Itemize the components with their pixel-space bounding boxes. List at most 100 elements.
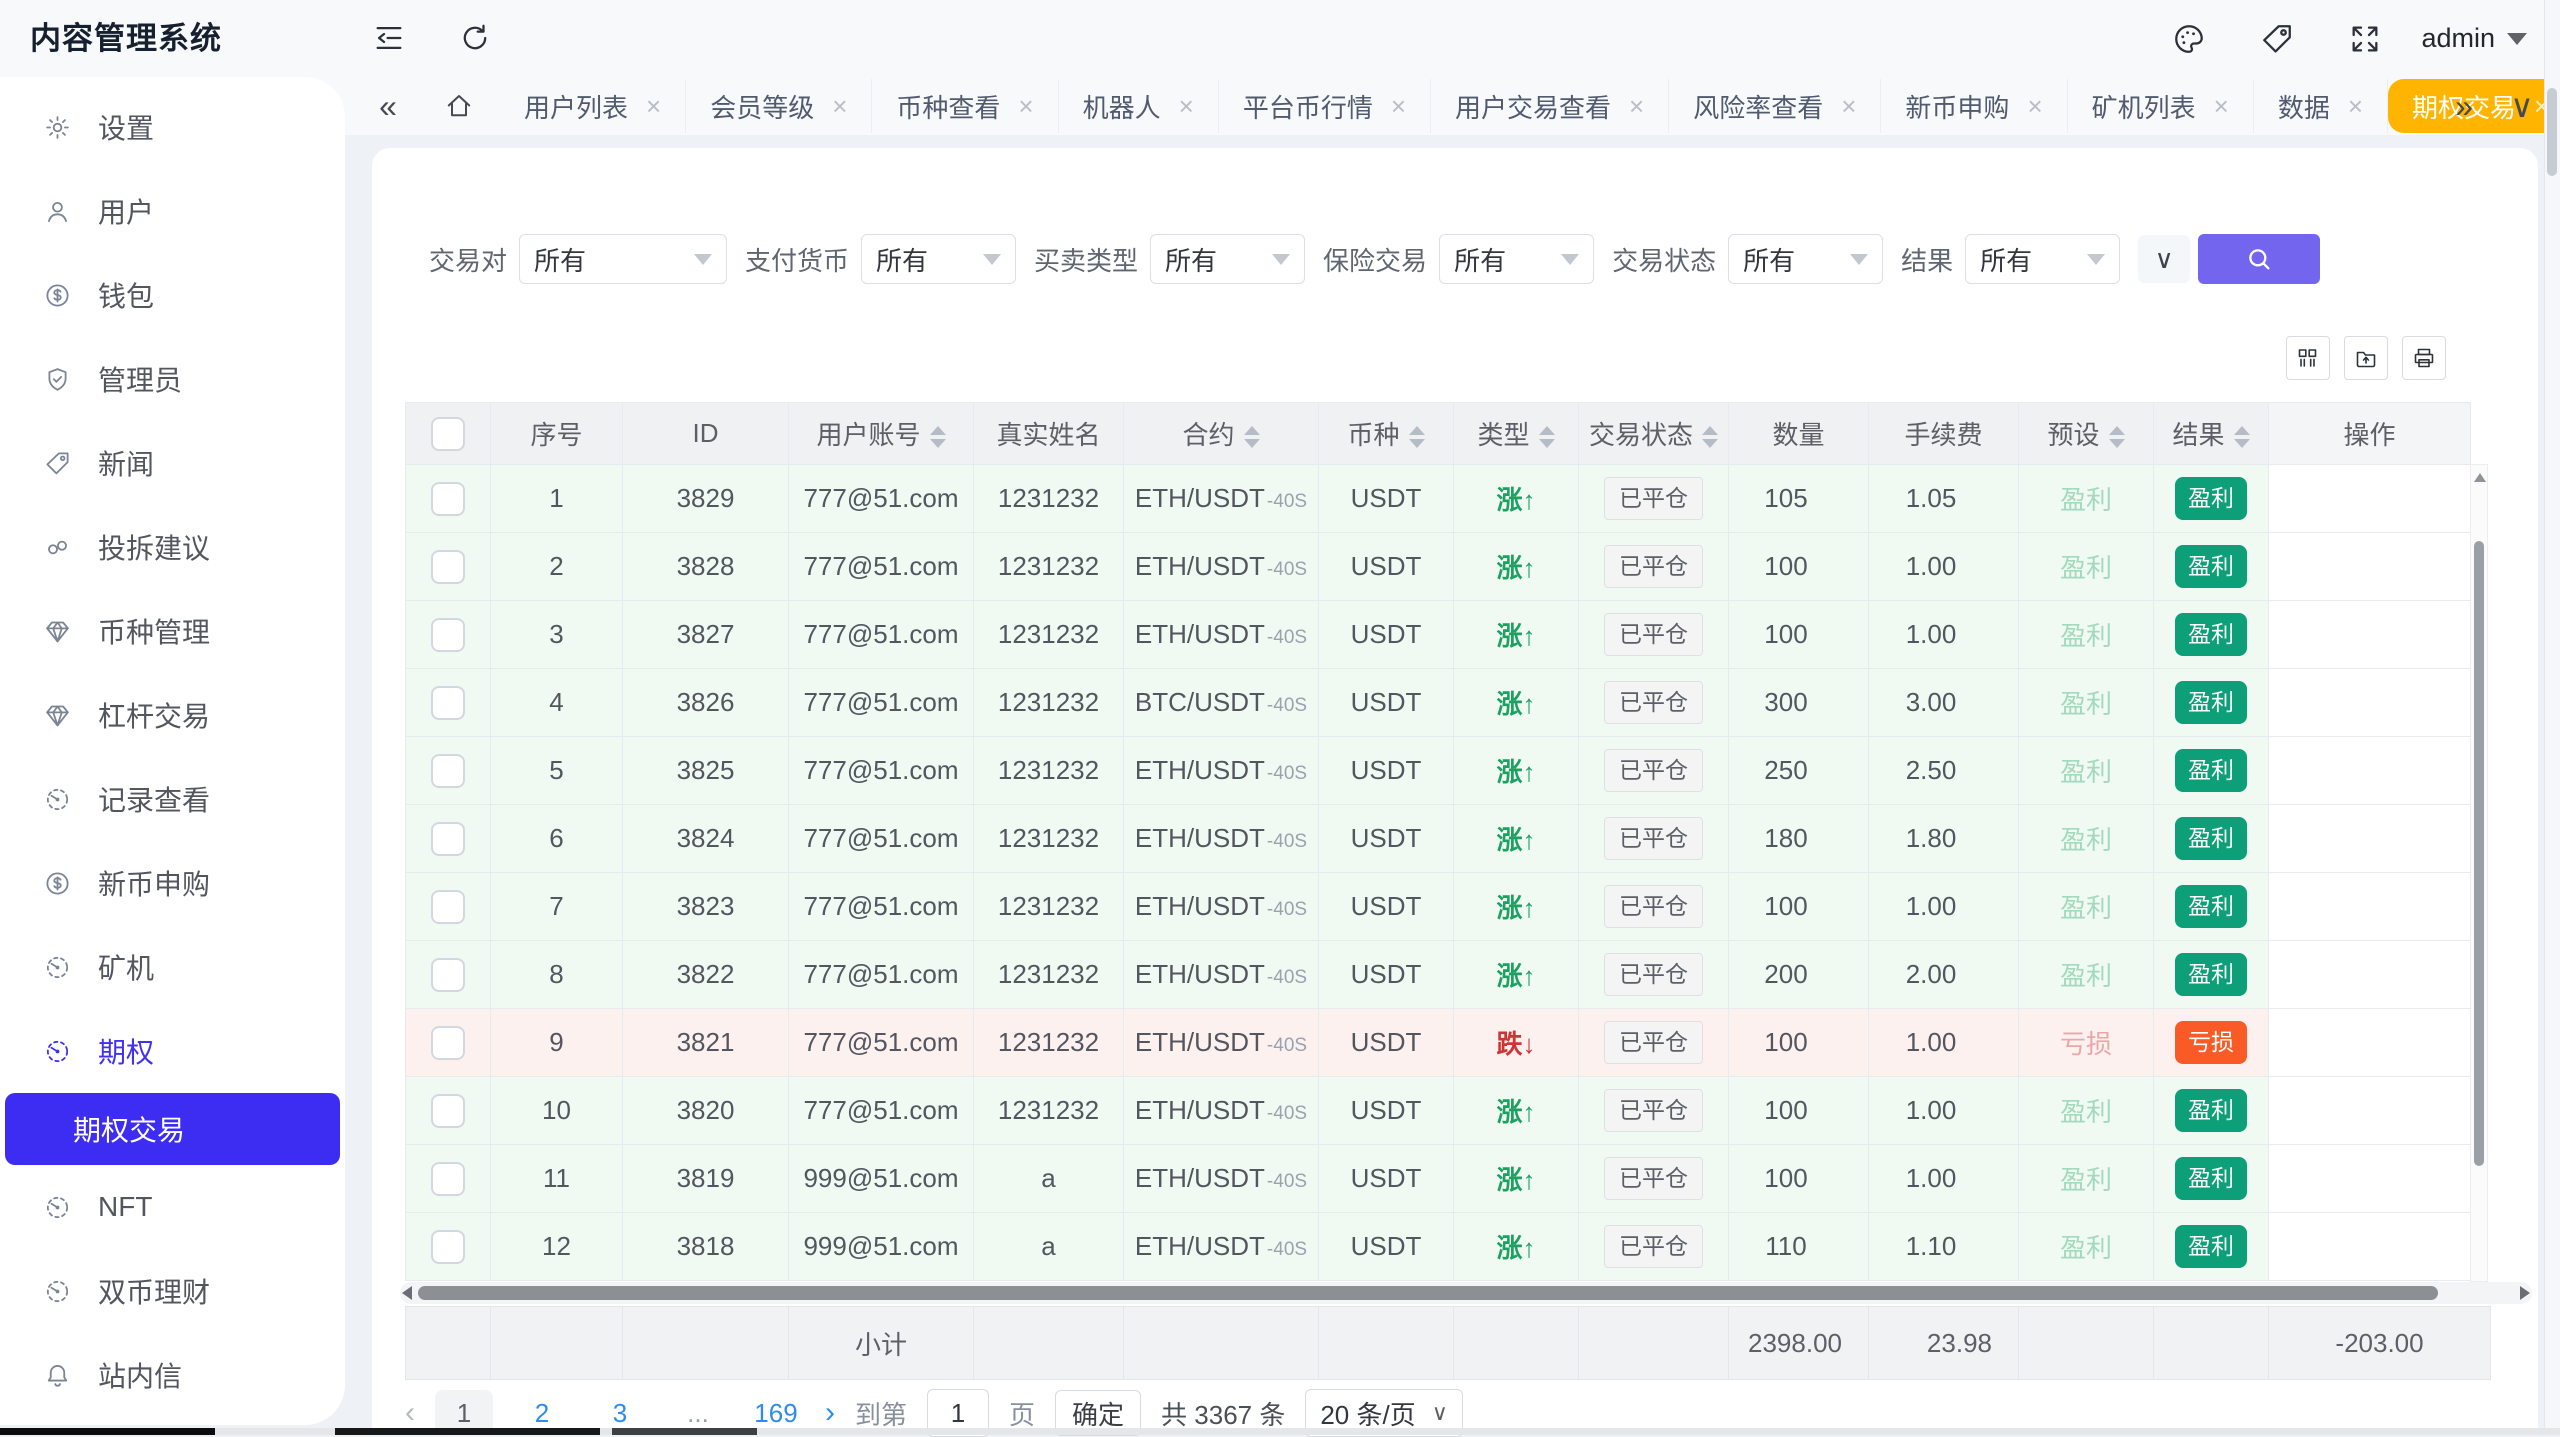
sidebar-item[interactable]: 用户 [0,169,345,253]
sort-icon[interactable] [2234,426,2250,448]
palette-icon[interactable] [2172,22,2206,56]
sort-icon[interactable] [930,426,946,448]
menu-collapse-icon[interactable] [372,21,408,57]
sort-icon[interactable] [1702,426,1718,448]
export-button[interactable] [2344,336,2388,380]
filter-select[interactable]: 所有 [1728,234,1883,284]
vertical-scroll-thumb[interactable] [2474,541,2484,1166]
tab-close-icon[interactable]: × [1841,93,1856,119]
tab-close-icon[interactable]: × [2027,93,2042,119]
tab[interactable]: 平台币行情 × [1219,79,1431,133]
tab-close-icon[interactable]: × [1391,93,1406,119]
sidebar-item[interactable]: 管理员 [0,337,345,421]
columns-setting-button[interactable] [2286,336,2330,380]
row-checkbox[interactable] [431,1094,465,1128]
row-checkbox[interactable] [431,958,465,992]
tabs-scroll-right-icon[interactable]: » [2442,77,2486,135]
sort-icon[interactable] [1539,426,1555,448]
sidebar-item[interactable]: 矿机 [0,925,345,1009]
column-header[interactable]: 交易状态 [1579,403,1729,465]
row-checkbox[interactable] [431,1230,465,1264]
column-header[interactable]: 用户账号 [789,403,974,465]
sidebar-item[interactable]: 投拆建议 [0,505,345,589]
row-checkbox[interactable] [431,1026,465,1060]
sidebar-item[interactable]: 期权 [0,1009,345,1093]
tab[interactable]: 矿机列表 × [2068,79,2254,133]
tab-close-icon[interactable]: × [1018,93,1033,119]
column-header[interactable]: 类型 [1454,403,1579,465]
sidebar-item[interactable]: 记录查看 [0,757,345,841]
refresh-icon[interactable] [458,21,494,57]
filter-select[interactable]: 所有 [1150,234,1305,284]
tab[interactable]: 数据 × [2254,79,2388,133]
column-header[interactable]: 币种 [1319,403,1454,465]
sidebar-item[interactable]: 杠杆交易 [0,673,345,757]
expand-filters-button[interactable]: ∨ [2138,235,2190,283]
user-menu[interactable]: admin [2421,0,2527,77]
scroll-right-icon[interactable] [2520,1286,2530,1300]
filter-select[interactable]: 所有 [1439,234,1594,284]
table-horizontal-scrollbar[interactable] [400,1282,2532,1304]
tab[interactable]: 机器人 × [1059,79,1219,133]
scroll-left-icon[interactable] [402,1286,412,1300]
next-page-icon[interactable]: › [825,1396,835,1430]
column-header[interactable]: 结果 [2154,403,2269,465]
tab[interactable]: 风险率查看 × [1669,79,1881,133]
tabs-menu-icon[interactable]: ∨ [2500,77,2544,135]
row-checkbox[interactable] [431,550,465,584]
print-button[interactable] [2402,336,2446,380]
row-checkbox[interactable] [431,1162,465,1196]
tab-close-icon[interactable]: × [1629,93,1644,119]
tab[interactable]: 币种查看 × [872,79,1058,133]
sidebar-item[interactable]: NFT [0,1165,345,1249]
tag-icon[interactable] [2260,22,2294,56]
sidebar-item[interactable]: 新币申购 [0,841,345,925]
tab-close-icon[interactable]: × [2214,93,2229,119]
tab-close-icon[interactable]: × [2348,93,2363,119]
filter-select[interactable]: 所有 [1965,234,2120,284]
tab[interactable]: 会员等级 × [686,79,872,133]
tab[interactable]: 用户列表 × [500,79,686,133]
sidebar-item[interactable]: 币种管理 [0,589,345,673]
window-scroll-thumb[interactable] [2547,88,2557,176]
column-header[interactable]: 预设 [2019,403,2154,465]
sort-icon[interactable] [1409,426,1425,448]
tab-close-icon[interactable]: × [646,93,661,119]
bottom-scroll-strip[interactable] [0,1428,2560,1435]
search-button[interactable] [2198,234,2320,284]
row-checkbox[interactable] [431,890,465,924]
sidebar-item[interactable]: 设置 [0,85,345,169]
column-header[interactable]: 合约 [1124,403,1319,465]
column-header[interactable]: 序号 [491,403,623,465]
prev-page-icon[interactable]: ‹ [405,1396,415,1430]
row-checkbox[interactable] [431,754,465,788]
table-vertical-scrollbar[interactable] [2470,464,2488,1282]
sidebar-item-option-trade-active[interactable]: 期权交易 [5,1093,340,1165]
sidebar-item[interactable]: 站内信 [0,1333,345,1417]
tabs-scroll-left-icon[interactable]: « [368,77,408,135]
tab-close-icon[interactable]: × [1179,93,1194,119]
column-header[interactable]: 手续费 [1869,403,2019,465]
fullscreen-icon[interactable] [2348,22,2382,56]
tab[interactable]: 新币申购 × [1881,79,2067,133]
sidebar-item[interactable]: 钱包 [0,253,345,337]
scroll-up-icon[interactable] [2474,473,2486,482]
sidebar-item[interactable]: 双币理财 [0,1249,345,1333]
column-header[interactable]: 真实姓名 [974,403,1124,465]
sidebar-item[interactable]: 新闻 [0,421,345,505]
column-header[interactable]: 数量 [1729,403,1869,465]
row-checkbox[interactable] [431,618,465,652]
row-checkbox[interactable] [431,482,465,516]
sort-icon[interactable] [2109,426,2125,448]
row-checkbox[interactable] [431,822,465,856]
filter-select[interactable]: 所有 [519,234,727,284]
select-all-checkbox[interactable] [431,417,465,451]
horizontal-scroll-thumb[interactable] [418,1286,2438,1300]
column-header[interactable]: ID [623,403,789,465]
home-tab[interactable] [436,77,482,135]
sort-icon[interactable] [1244,426,1260,448]
row-checkbox[interactable] [431,686,465,720]
tab-close-icon[interactable]: × [832,93,847,119]
filter-select[interactable]: 所有 [861,234,1016,284]
window-scrollbar[interactable] [2544,0,2560,1435]
